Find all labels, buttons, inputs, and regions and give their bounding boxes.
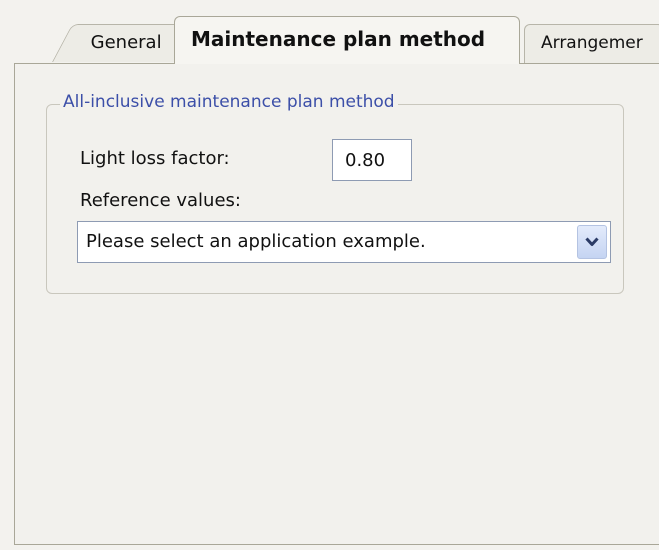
chevron-down-icon (585, 237, 599, 246)
tab-arrangement[interactable]: Arrangemer (524, 24, 659, 64)
dropdown-button[interactable] (577, 225, 607, 259)
reference-values-select[interactable]: Please select an application example. (77, 221, 611, 263)
dialog-window: General Maintenance plan method Arrangem… (0, 0, 659, 550)
tab-arrangement-label: Arrangemer (541, 33, 643, 53)
groupbox-title: All-inclusive maintenance plan method (60, 92, 398, 112)
light-loss-factor-input[interactable] (332, 139, 412, 181)
reference-values-label: Reference values: (80, 190, 241, 211)
tab-maintenance-plan-method[interactable]: Maintenance plan method (174, 16, 520, 64)
reference-values-selected: Please select an application example. (86, 231, 426, 252)
tab-maintenance-plan-method-label: Maintenance plan method (191, 27, 486, 51)
light-loss-factor-label: Light loss factor: (80, 148, 230, 169)
tab-general-label: General (90, 32, 162, 53)
